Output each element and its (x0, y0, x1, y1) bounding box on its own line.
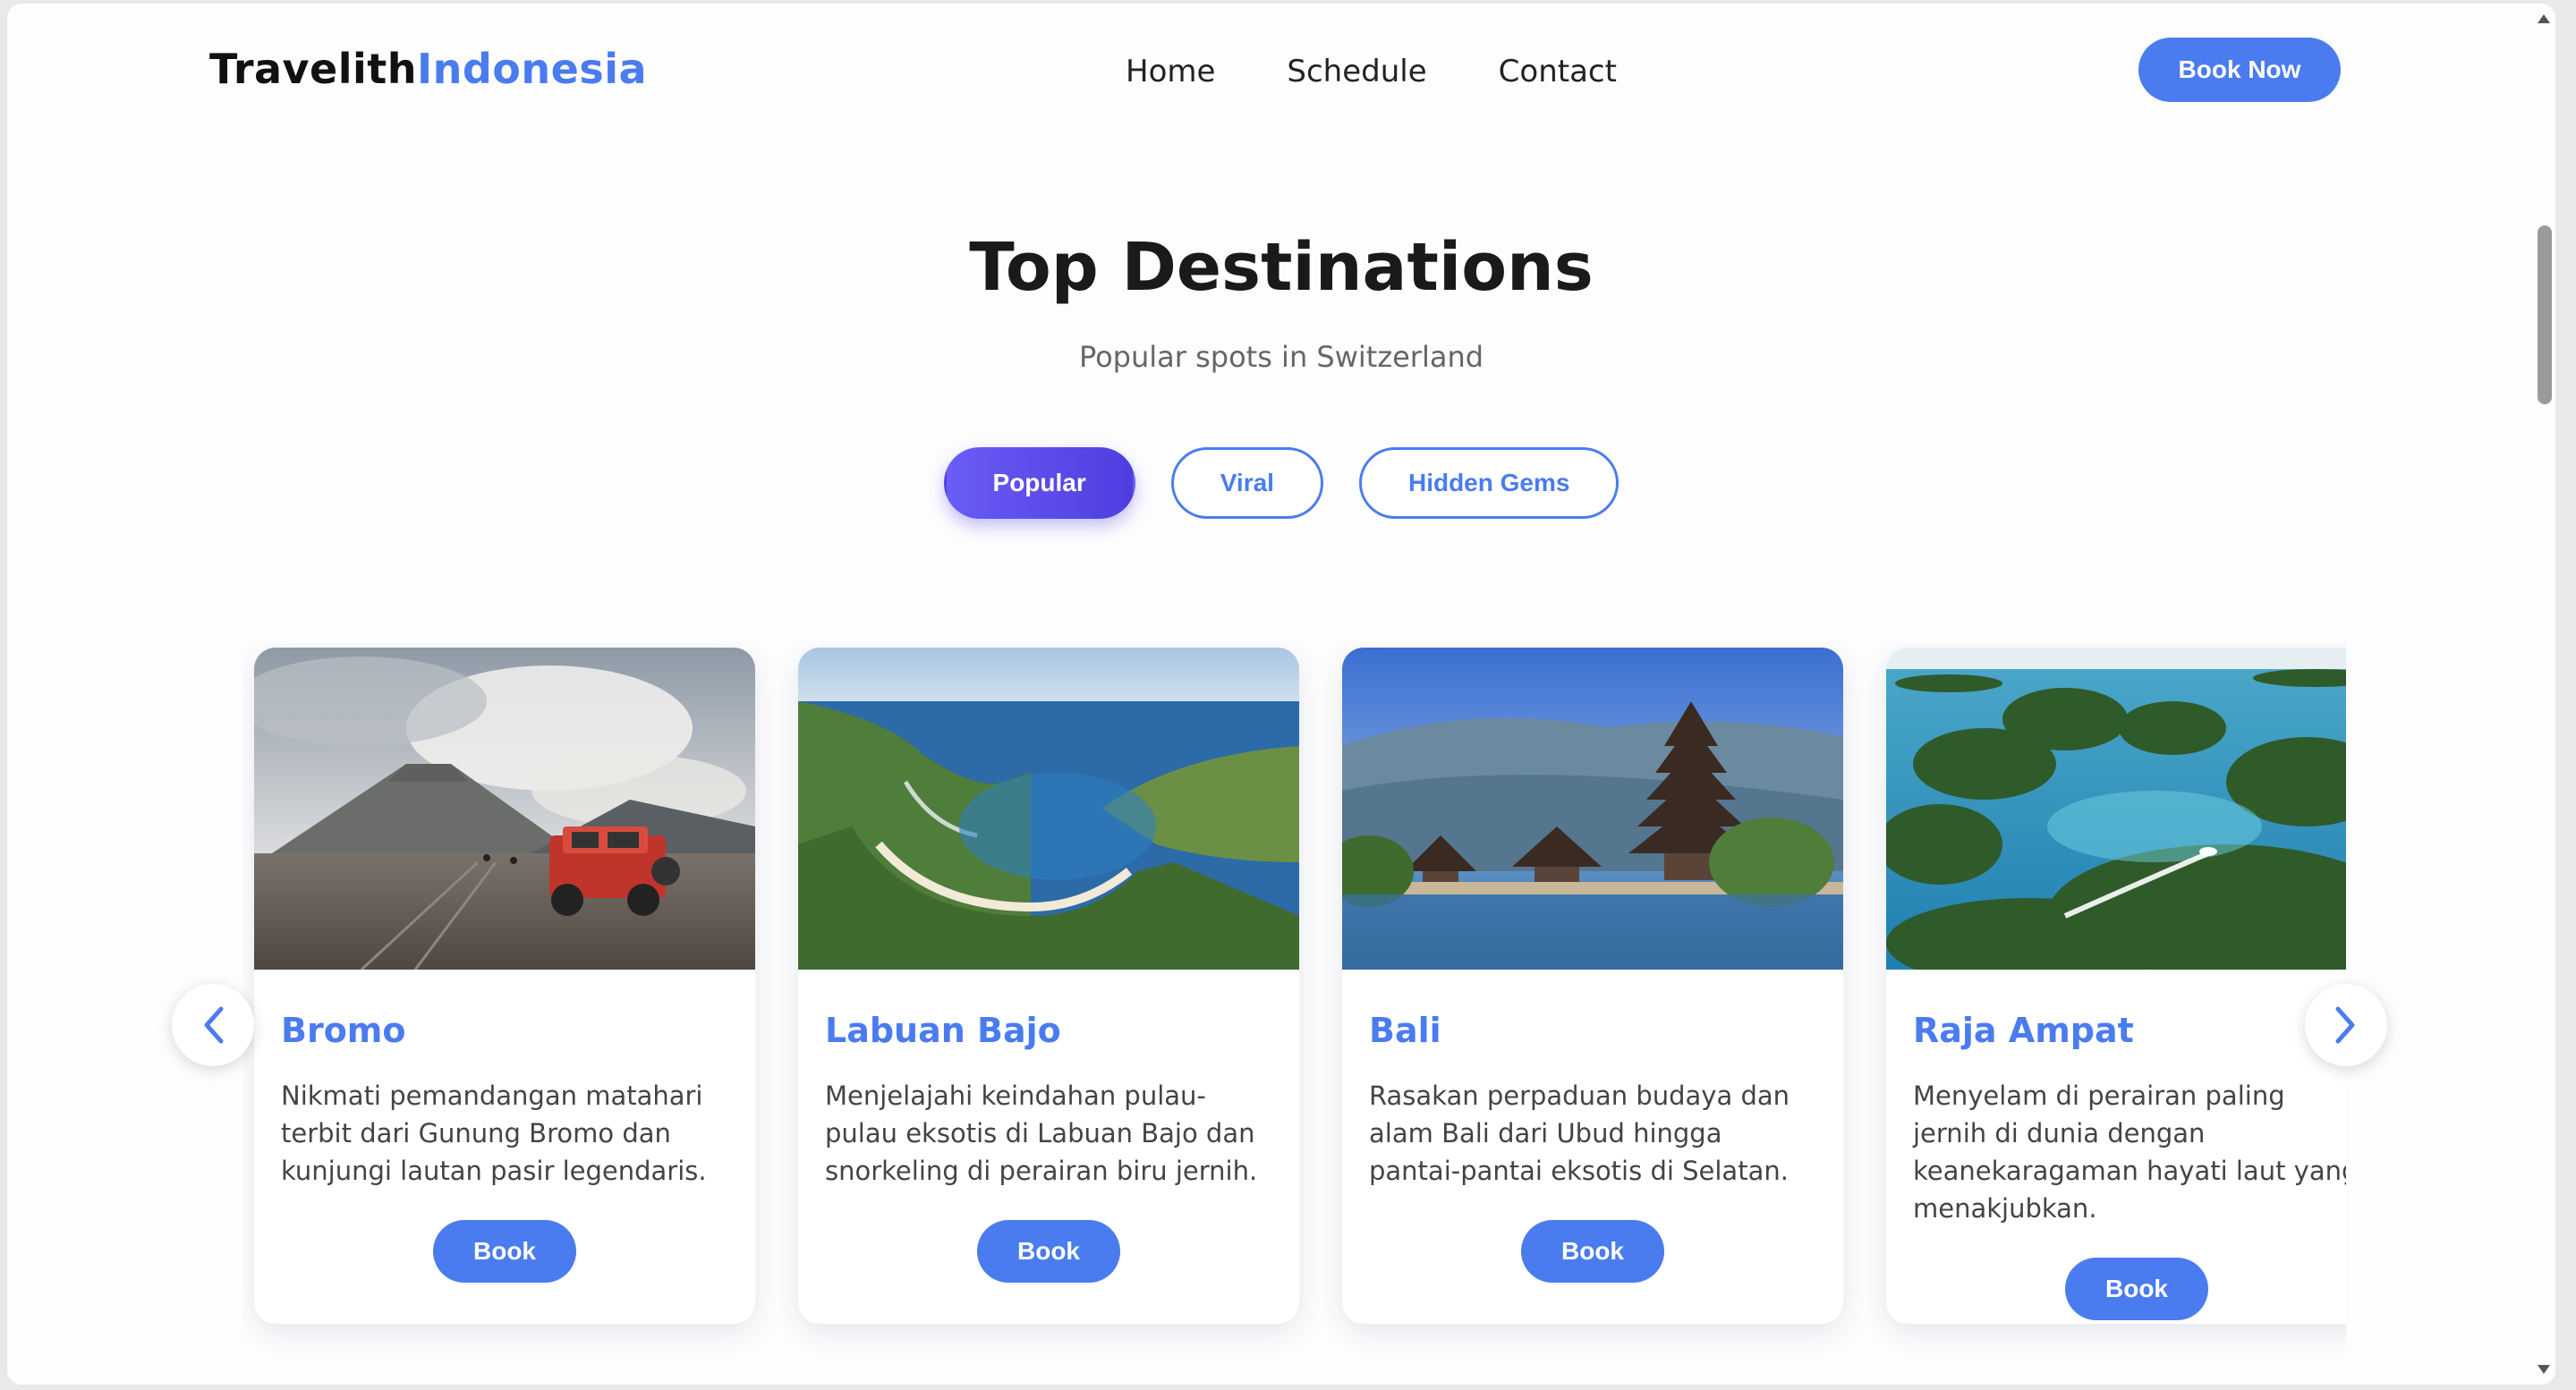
card-description: Rasakan perpaduan budaya dan alam Bali d… (1369, 1081, 1790, 1186)
scroll-up-icon[interactable] (2538, 14, 2550, 23)
destination-card-bali: Bali Rasakan perpaduan budaya dan alam B… (1342, 648, 1843, 1324)
filter-popular[interactable]: Popular (943, 447, 1135, 519)
book-button-bromo[interactable]: Book (433, 1220, 576, 1283)
card-description: Menyelam di perairan paling jernih di du… (1913, 1081, 2346, 1224)
carousel-track: Bromo Nikmati pemandangan matahari terbi… (243, 642, 2346, 1360)
page-scrollbar[interactable] (2532, 4, 2555, 1385)
book-button-bali[interactable]: Book (1521, 1220, 1664, 1283)
nav-link-home[interactable]: Home (1126, 54, 1215, 89)
card-title: Labuan Bajo (825, 1011, 1061, 1050)
book-button-raja-ampat[interactable]: Book (2065, 1258, 2208, 1320)
page-title: Top Destinations (969, 229, 1594, 306)
filter-tabs: Popular Viral Hidden Gems (7, 447, 2555, 519)
destination-card-bromo: Bromo Nikmati pemandangan matahari terbi… (254, 648, 755, 1324)
book-now-button[interactable]: Book Now (2138, 38, 2341, 102)
card-body: Bromo Nikmati pemandangan matahari terbi… (254, 970, 755, 1324)
bromo-image (254, 648, 755, 970)
navbar: TravelithIndonesia Home Schedule Contact… (7, 4, 2555, 138)
card-body: Raja Ampat Menyelam di perairan paling j… (1886, 970, 2346, 1324)
card-description: Menjelajahi keindahan pulau-pulau eksoti… (825, 1081, 1258, 1186)
browser-viewport: TravelithIndonesia Home Schedule Contact… (7, 4, 2555, 1385)
scroll-down-icon[interactable] (2538, 1365, 2550, 1374)
destination-card-raja-ampat: Raja Ampat Menyelam di perairan paling j… (1886, 648, 2346, 1324)
destination-carousel: Bromo Nikmati pemandangan matahari terbi… (243, 642, 2346, 1376)
card-body: Labuan Bajo Menjelajahi keindahan pulau-… (798, 970, 1299, 1324)
card-body: Bali Rasakan perpaduan budaya dan alam B… (1342, 970, 1843, 1324)
nav-link-contact[interactable]: Contact (1499, 54, 1617, 89)
carousel-prev-button[interactable] (172, 984, 254, 1066)
scroll-thumb[interactable] (2538, 225, 2552, 404)
logo-accent: Indonesia (417, 45, 648, 93)
main-menu: Home Schedule Contact (1126, 54, 1617, 89)
filter-viral[interactable]: Viral (1170, 447, 1323, 519)
bali-image (1342, 648, 1843, 970)
card-title: Bali (1369, 1011, 1441, 1050)
book-button-labuan-bajo[interactable]: Book (977, 1220, 1120, 1283)
labuan-bajo-image (798, 648, 1299, 970)
card-title: Raja Ampat (1913, 1011, 2134, 1050)
raja-ampat-image (1886, 648, 2346, 970)
chevron-right-icon (2335, 1006, 2355, 1044)
page-subtitle: Popular spots in Switzerland (1078, 340, 1484, 374)
logo-primary: Travelith (209, 45, 418, 93)
nav-link-schedule[interactable]: Schedule (1287, 54, 1426, 89)
card-description: Nikmati pemandangan matahari terbit dari… (281, 1081, 707, 1186)
carousel-next-button[interactable] (2305, 984, 2387, 1066)
chevron-left-icon (204, 1006, 224, 1044)
filter-hidden-gems[interactable]: Hidden Gems (1358, 447, 1620, 519)
card-title: Bromo (281, 1011, 406, 1050)
destination-card-labuan-bajo: Labuan Bajo Menjelajahi keindahan pulau-… (798, 648, 1299, 1324)
site-logo[interactable]: TravelithIndonesia (209, 45, 647, 93)
